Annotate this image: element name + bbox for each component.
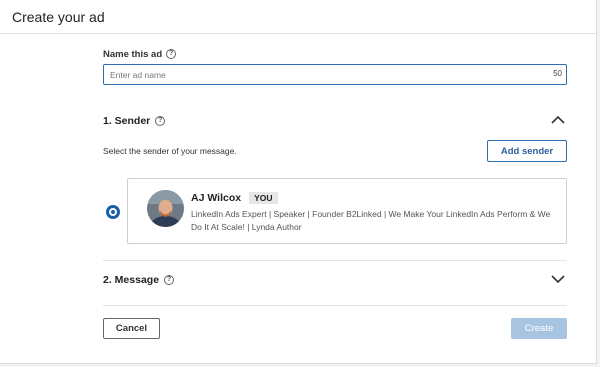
help-icon[interactable]: ?	[166, 49, 177, 59]
sender-section-header[interactable]: 1. Sender ?	[103, 112, 567, 130]
you-badge: YOU	[249, 192, 278, 204]
add-sender-button[interactable]: Add sender	[487, 140, 567, 162]
ad-name-input[interactable]	[110, 67, 530, 82]
ad-name-label: Name this ad	[103, 48, 163, 60]
chevron-up-icon[interactable]	[551, 115, 565, 125]
sender-name-row: AJ Wilcox YOU	[191, 192, 278, 204]
sender-section-title: 1. Sender	[103, 115, 151, 127]
sender-radio[interactable]	[106, 205, 120, 219]
help-icon[interactable]: ?	[155, 116, 166, 126]
ad-name-field: 50	[103, 64, 567, 85]
sender-bio: LinkedIn Ads Expert | Speaker | Founder …	[191, 209, 551, 232]
form-content: Name this ad ? 50 1. Sender ? Select the…	[103, 34, 567, 364]
panel-header: Create your ad	[0, 0, 597, 34]
cancel-button[interactable]: Cancel	[103, 318, 160, 339]
create-ad-panel: Create your ad Name this ad ? 50 1. Send…	[0, 0, 597, 364]
page-title: Create your ad	[12, 9, 105, 25]
sender-name: AJ Wilcox	[191, 192, 242, 204]
avatar	[147, 190, 184, 227]
divider	[103, 260, 567, 261]
message-section-title: 2. Message	[103, 274, 160, 286]
sender-card[interactable]: AJ Wilcox YOU LinkedIn Ads Expert | Spea…	[127, 178, 567, 244]
char-counter: 50	[553, 69, 562, 78]
message-section-header[interactable]: 2. Message ?	[103, 271, 567, 289]
create-button[interactable]: Create	[511, 318, 567, 339]
divider	[103, 305, 567, 306]
help-icon[interactable]: ?	[164, 275, 175, 285]
chevron-down-icon[interactable]	[551, 274, 565, 284]
ad-name-label-row: Name this ad ?	[103, 47, 177, 61]
sender-description: Select the sender of your message.	[103, 146, 237, 156]
